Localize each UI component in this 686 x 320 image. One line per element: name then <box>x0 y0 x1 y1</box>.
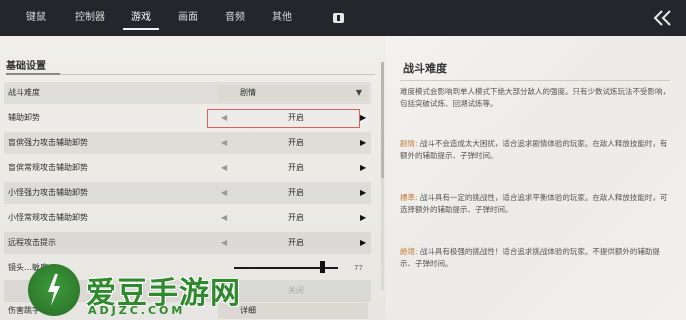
tab-other[interactable]: 其他 <box>264 0 300 36</box>
watermark-url: ADJZC.COM <box>88 304 186 317</box>
tab-keyboard-mouse[interactable]: 键鼠 <box>18 0 54 36</box>
arrow-right-icon[interactable]: ▶ <box>360 157 366 179</box>
section-divider <box>60 74 375 75</box>
setting-label: 盲傧常规攻击辅助卸势 <box>8 163 88 172</box>
description-divider <box>400 80 670 81</box>
tab-controller[interactable]: 控制器 <box>67 0 113 36</box>
setting-label: 小怪强力攻击辅助卸势 <box>8 188 88 197</box>
description-title: 战斗难度 <box>403 62 447 75</box>
arrow-left-icon[interactable]: ◀ <box>221 207 227 229</box>
setting-row-combat-difficulty[interactable]: 战斗难度 剧情 ▼ <box>4 82 371 104</box>
section-title-underline <box>6 73 60 75</box>
difficulty-desc: 战斗不会造成太大困扰，适合追求剧情体验的玩家。在敌人释放技能时，有额外的辅助提示… <box>400 139 668 160</box>
chevron-down-icon: ▼ <box>355 88 362 97</box>
tab-graphics[interactable]: 画面 <box>170 0 206 36</box>
slider-value: 77 <box>354 264 363 272</box>
setting-value: 开启 <box>288 188 304 197</box>
difficulty-name: 絶境: <box>400 247 418 256</box>
difficulty-name: 剧情: <box>400 139 418 148</box>
setting-label: 小怪常规攻击辅助卸势 <box>8 213 88 222</box>
setting-row-ranged-attack-hint[interactable]: 远程攻击提示 ◀ 开启 ▶ <box>4 232 371 254</box>
setting-value: 开启 <box>288 238 304 247</box>
tab-switch-key-icon <box>333 13 344 23</box>
arrow-left-icon[interactable]: ◀ <box>221 157 227 179</box>
double-chevron-left-icon <box>653 10 671 26</box>
arrow-right-icon[interactable]: ▶ <box>360 132 366 154</box>
watermark: 爱豆手游网 ADJZC.COM <box>28 264 248 320</box>
arrow-left-icon[interactable]: ◀ <box>221 182 227 204</box>
arrow-right-icon[interactable]: ▶ <box>360 232 366 254</box>
setting-label: 盲傧强力攻击辅助卸势 <box>8 138 88 147</box>
setting-value: 开启 <box>288 213 304 222</box>
section-title: 基础设置 <box>6 61 46 72</box>
setting-label: 辅助卸势 <box>8 113 40 122</box>
highlight-box <box>207 109 360 128</box>
description-panel <box>386 36 686 320</box>
setting-value: 关闭 <box>288 286 304 295</box>
arrow-right-icon[interactable]: ▶ <box>360 207 366 229</box>
lightning-bolt-icon <box>48 274 60 306</box>
watermark-logo <box>28 264 80 316</box>
arrow-left-icon[interactable]: ◀ <box>221 132 227 154</box>
scrollbar-thumb[interactable] <box>381 62 384 178</box>
description-intro: 难度模式会影响到单人模式下绝大部分敌人的强度。只有少数试炼玩法不受影响，包括突破… <box>400 87 670 108</box>
difficulty-standard: 標準: 战斗具有一定的挑战性，适合追求平衡体验的玩家。在敌人释放技能时，可选择额… <box>400 192 670 216</box>
setting-row-minion-normal-assist[interactable]: 小怪常规攻击辅助卸势 ◀ 开启 ▶ <box>4 207 371 229</box>
arrow-right-icon[interactable]: ▶ <box>360 182 366 204</box>
tab-audio[interactable]: 音频 <box>217 0 253 36</box>
setting-row-minion-strong-assist[interactable]: 小怪强力攻击辅助卸势 ◀ 开启 ▶ <box>4 182 371 204</box>
difficulty-story: 剧情: 战斗不会造成太大困扰，适合追求剧情体验的玩家。在敌人释放技能时，有额外的… <box>400 138 670 162</box>
difficulty-desc: 战斗具有极强的挑战性！适合追求挑战体验的玩家。不提供额外的辅助提示、子弹时间。 <box>400 247 660 268</box>
setting-row-boss-normal-assist[interactable]: 盲傧常规攻击辅助卸势 ◀ 开启 ▶ <box>4 157 371 179</box>
difficulty-extreme: 絶境: 战斗具有极强的挑战性！适合追求挑战体验的玩家。不提供额外的辅助提示、子弹… <box>400 246 670 270</box>
setting-label: 战斗难度 <box>8 88 40 97</box>
setting-row-boss-strong-assist[interactable]: 盲傧强力攻击辅助卸势 ◀ 开启 ▶ <box>4 132 371 154</box>
setting-value: 开启 <box>288 138 304 147</box>
difficulty-name: 標準: <box>400 193 418 202</box>
difficulty-desc: 战斗具有一定的挑战性，适合追求平衡体验的玩家。在敌人释放技能时，可选择额外的辅助… <box>400 193 668 214</box>
sensitivity-slider-handle[interactable] <box>320 261 326 273</box>
setting-label: 远程攻击提示 <box>8 238 56 247</box>
difficulty-dropdown[interactable]: 剧情 ▼ <box>218 85 368 101</box>
arrow-left-icon[interactable]: ◀ <box>221 232 227 254</box>
arrow-right-icon[interactable]: ▶ <box>360 107 366 129</box>
back-button[interactable] <box>650 8 676 28</box>
dropdown-value: 剧情 <box>240 88 256 97</box>
tab-game[interactable]: 游戏 <box>119 0 163 36</box>
setting-value: 开启 <box>288 163 304 172</box>
